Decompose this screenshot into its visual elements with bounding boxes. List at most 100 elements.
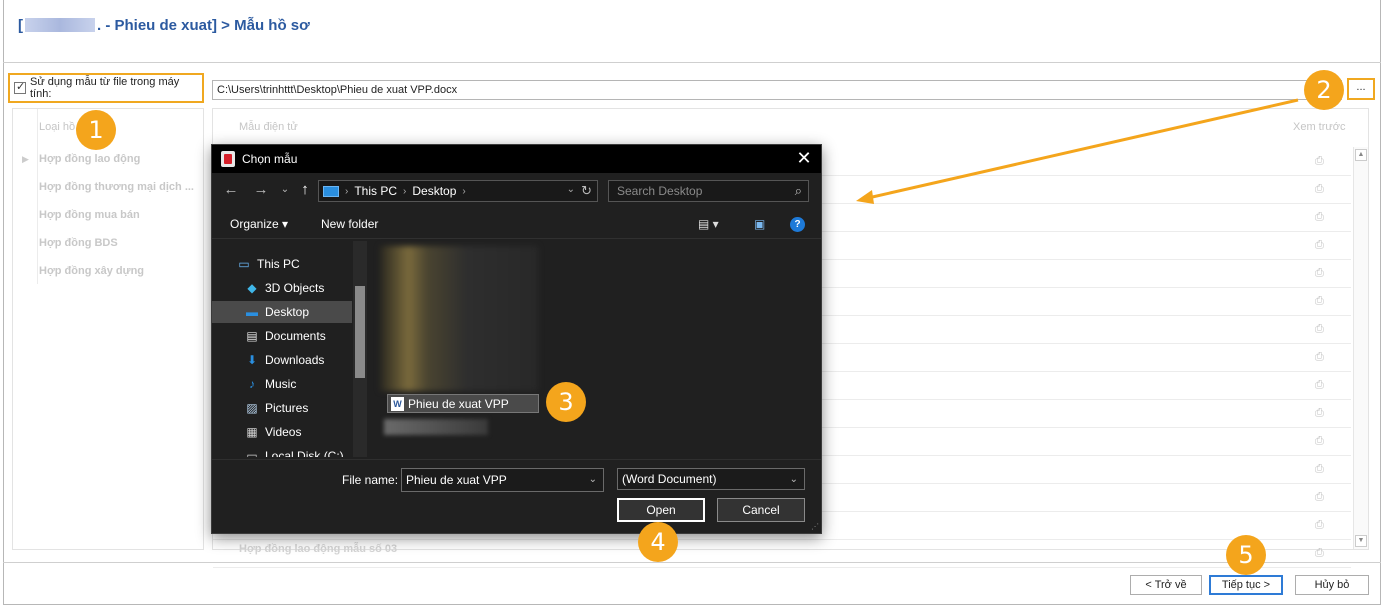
nav-item-label: Pictures bbox=[265, 401, 309, 415]
video-icon: ▦ bbox=[246, 425, 258, 439]
chevron-down-icon[interactable]: ⌄ bbox=[589, 474, 597, 485]
preview-icon[interactable]: ⎙ bbox=[1315, 547, 1329, 559]
grid-divider bbox=[37, 109, 38, 284]
blurred-thumbnail bbox=[380, 246, 538, 391]
file-list: W Phieu de xuat VPP bbox=[372, 241, 821, 457]
file-type-value: (Word Document) bbox=[622, 472, 717, 486]
dialog-footer: File name: Phieu de xuat VPP ⌄ (Word Doc… bbox=[212, 459, 821, 533]
forward-arrow-icon[interactable]: → bbox=[252, 181, 270, 199]
preview-icon[interactable]: ⎙ bbox=[1315, 183, 1329, 195]
category-column-header: Loại hồ bbox=[39, 121, 76, 133]
category-row[interactable]: Hợp đồng thương mại dịch ... bbox=[39, 181, 199, 193]
preview-icon[interactable]: ⎙ bbox=[1315, 155, 1329, 167]
recent-dropdown-icon[interactable]: ⌄ bbox=[276, 181, 294, 199]
scroll-up-icon[interactable]: ▲ bbox=[1355, 149, 1367, 161]
next-button[interactable]: Tiếp tục > bbox=[1209, 575, 1283, 595]
disk-icon: ▭ bbox=[246, 449, 258, 457]
preview-icon[interactable]: ⎙ bbox=[1315, 407, 1329, 419]
template-row[interactable]: Hợp đồng lao động mẫu số 03 bbox=[239, 543, 397, 555]
refresh-icon[interactable]: ↻ bbox=[581, 183, 592, 199]
preview-icon[interactable]: ⎙ bbox=[1315, 463, 1329, 475]
step-badge: 2 bbox=[1304, 70, 1344, 110]
up-arrow-icon[interactable]: ↑ bbox=[296, 181, 314, 199]
preview-icon[interactable]: ⎙ bbox=[1315, 379, 1329, 391]
organize-button[interactable]: Organize ▾ bbox=[230, 217, 288, 231]
template-column-header: Mẫu điện tử bbox=[239, 121, 298, 133]
breadcrumb-this-pc[interactable]: This PC bbox=[354, 184, 397, 198]
browse-button[interactable]: ... bbox=[1347, 78, 1375, 100]
file-name-input[interactable]: Phieu de xuat VPP ⌄ bbox=[401, 468, 604, 492]
preview-icon[interactable]: ⎙ bbox=[1315, 295, 1329, 307]
nav-item-3d-objects[interactable]: ◆ 3D Objects bbox=[212, 277, 352, 299]
nav-item-pictures[interactable]: ▨ Pictures bbox=[212, 397, 352, 419]
nav-item-label: Music bbox=[265, 377, 297, 391]
use-local-file-option[interactable]: Sử dụng mẫu từ file trong máy tính: bbox=[8, 73, 204, 103]
dialog-titlebar: Chọn mẫu ✕ bbox=[212, 145, 821, 173]
back-button[interactable]: < Trở về bbox=[1130, 575, 1202, 595]
preview-icon[interactable]: ⎙ bbox=[1315, 211, 1329, 223]
nav-item-label: Documents bbox=[265, 329, 326, 343]
file-path-input[interactable]: C:\Users\trinhttt\Desktop\Phieu de xuat … bbox=[212, 80, 1342, 100]
help-icon[interactable]: ? bbox=[790, 217, 805, 232]
back-arrow-icon[interactable]: ← bbox=[222, 181, 240, 199]
computer-icon: ▭ bbox=[238, 257, 250, 271]
nav-item-desktop[interactable]: ▬ Desktop bbox=[212, 301, 352, 323]
nav-item-local-disk[interactable]: ▭ Local Disk (C:) bbox=[212, 445, 352, 457]
scroll-down-icon[interactable]: ▼ bbox=[1355, 535, 1367, 547]
search-placeholder: Search Desktop bbox=[617, 184, 703, 198]
preview-icon[interactable]: ⎙ bbox=[1315, 435, 1329, 447]
resize-grip-icon[interactable]: ⋰ bbox=[811, 522, 819, 531]
close-icon[interactable]: ✕ bbox=[795, 148, 813, 168]
use-local-file-checkbox[interactable] bbox=[14, 80, 26, 94]
chevron-down-icon[interactable]: ⌄ bbox=[790, 474, 798, 485]
preview-column-header: Xem trước bbox=[1293, 121, 1346, 133]
nav-item-downloads[interactable]: ⬇ Downloads bbox=[212, 349, 352, 371]
category-row[interactable]: Hợp đồng xây dựng bbox=[39, 265, 199, 277]
nav-item-videos[interactable]: ▦ Videos bbox=[212, 421, 352, 443]
nav-item-label: Local Disk (C:) bbox=[265, 449, 344, 457]
scroll-thumb[interactable] bbox=[355, 286, 365, 378]
nav-item-this-pc[interactable]: ▭ This PC bbox=[212, 253, 352, 275]
view-options-icon[interactable]: ▤ ▾ bbox=[698, 217, 719, 231]
document-icon: ▤ bbox=[246, 329, 258, 343]
breadcrumb-separator-icon: › bbox=[403, 185, 407, 197]
desktop-icon: ▬ bbox=[246, 305, 258, 319]
computer-icon bbox=[323, 185, 339, 197]
category-row[interactable]: Hợp đồng mua bán bbox=[39, 209, 199, 221]
preview-icon[interactable]: ⎙ bbox=[1315, 351, 1329, 363]
address-bar[interactable]: › This PC › Desktop › ⌄ ↻ bbox=[318, 180, 598, 202]
cancel-button[interactable]: Hủy bỏ bbox=[1295, 575, 1369, 595]
preview-icon[interactable]: ⎙ bbox=[1315, 519, 1329, 531]
breadcrumb-desktop[interactable]: Desktop bbox=[412, 184, 456, 198]
file-name-value: Phieu de xuat VPP bbox=[406, 473, 507, 487]
file-item-label: Phieu de xuat VPP bbox=[408, 396, 509, 411]
download-icon: ⬇ bbox=[246, 353, 258, 367]
nav-item-label: Downloads bbox=[265, 353, 325, 367]
file-type-select[interactable]: (Word Document) ⌄ bbox=[617, 468, 805, 490]
nav-item-music[interactable]: ♪ Music bbox=[212, 373, 352, 395]
step-badge: 1 bbox=[76, 110, 116, 150]
nav-item-documents[interactable]: ▤ Documents bbox=[212, 325, 352, 347]
search-input[interactable]: Search Desktop ⌕ bbox=[608, 180, 809, 202]
category-grid: Loại hồ ▶ Hợp đồng lao động Hợp đồng thư… bbox=[12, 108, 204, 550]
step-badge: 3 bbox=[546, 382, 586, 422]
preview-icon[interactable]: ⎙ bbox=[1315, 323, 1329, 335]
preview-icon[interactable]: ⎙ bbox=[1315, 267, 1329, 279]
preview-icon[interactable]: ⎙ bbox=[1315, 491, 1329, 503]
preview-icon[interactable]: ⎙ bbox=[1315, 239, 1329, 251]
file-item-selected[interactable]: W Phieu de xuat VPP bbox=[387, 394, 539, 413]
category-row[interactable]: Hợp đồng BDS bbox=[39, 237, 199, 249]
new-folder-button[interactable]: New folder bbox=[321, 217, 378, 231]
preview-pane-icon[interactable]: ▣ bbox=[754, 217, 765, 231]
grid-row-divider bbox=[213, 567, 1351, 568]
grid-scrollbar[interactable]: ▲ ▼ bbox=[1353, 147, 1368, 549]
step-badge: 4 bbox=[638, 522, 678, 562]
category-row[interactable]: Hợp đồng lao động bbox=[39, 153, 199, 165]
dialog-title: Chọn mẫu bbox=[242, 152, 298, 166]
dialog-cancel-button[interactable]: Cancel bbox=[717, 498, 805, 522]
open-button[interactable]: Open bbox=[617, 498, 705, 522]
nav-scrollbar[interactable] bbox=[353, 241, 367, 457]
address-dropdown-icon[interactable]: ⌄ bbox=[567, 184, 575, 195]
file-name-label: File name: bbox=[342, 473, 399, 487]
breadcrumb-separator-icon: › bbox=[345, 185, 349, 197]
